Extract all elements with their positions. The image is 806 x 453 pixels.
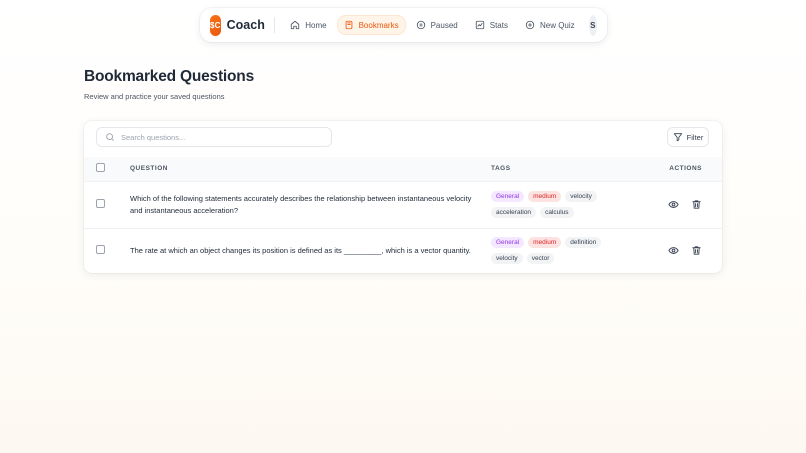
search-icon xyxy=(106,133,114,141)
bookmarks-card: Filter QUESTION TAGS ACTIONS Which of th… xyxy=(84,121,722,273)
logo-icon[interactable]: $C xyxy=(210,14,221,36)
search-input[interactable] xyxy=(121,132,321,142)
question-text[interactable]: Which of the following statements accura… xyxy=(130,193,491,216)
filter-icon xyxy=(673,133,682,142)
brand-name[interactable]: Coach xyxy=(227,18,265,32)
tag-list: General medium definition velocity vecto… xyxy=(491,237,631,265)
table-header-row: QUESTION TAGS ACTIONS xyxy=(84,157,722,181)
filter-button[interactable]: Filter xyxy=(667,127,709,147)
tag: vector xyxy=(526,253,555,265)
tag: acceleration xyxy=(491,207,537,218)
nav-item-paused[interactable]: Paused xyxy=(409,15,465,35)
nav-item-stats[interactable]: Stats xyxy=(468,15,515,35)
nav-item-label: Home xyxy=(305,20,327,30)
top-nav: $C Coach Home Bookmarks Paused Stats New… xyxy=(200,8,607,42)
tag-subject: General xyxy=(491,191,525,202)
bookmark-icon xyxy=(345,20,352,30)
eye-icon[interactable] xyxy=(668,245,679,256)
page-title: Bookmarked Questions xyxy=(84,68,254,85)
questions-table: QUESTION TAGS ACTIONS Which of the follo… xyxy=(84,157,722,273)
nav-item-home[interactable]: Home xyxy=(283,15,333,35)
nav-item-label: Stats xyxy=(489,20,508,30)
search-box[interactable] xyxy=(96,127,332,147)
nav-item-label: Paused xyxy=(430,20,458,30)
tag-difficulty: medium xyxy=(528,191,562,202)
plus-circle-icon xyxy=(525,20,535,30)
stats-icon xyxy=(475,20,484,30)
tag-subject: General xyxy=(491,237,525,249)
header-tags: TAGS xyxy=(491,165,511,173)
avatar[interactable]: S xyxy=(588,14,597,36)
eye-icon[interactable] xyxy=(668,199,679,210)
nav-item-new-quiz[interactable]: New Quiz xyxy=(518,15,582,35)
tag-list: General medium velocity acceleration cal… xyxy=(491,191,631,218)
select-all-checkbox[interactable] xyxy=(96,163,105,173)
tag-difficulty: medium xyxy=(528,237,562,249)
trash-icon[interactable] xyxy=(691,199,702,210)
row-checkbox[interactable] xyxy=(96,199,105,208)
trash-icon[interactable] xyxy=(691,245,702,256)
toolbar: Filter xyxy=(84,121,722,157)
nav-item-label: New Quiz xyxy=(539,20,575,30)
pause-icon xyxy=(416,20,425,30)
question-text[interactable]: The rate at which an object changes its … xyxy=(130,245,491,257)
home-icon xyxy=(291,20,300,30)
row-actions xyxy=(661,245,702,256)
header-question: QUESTION xyxy=(130,165,168,173)
row-actions xyxy=(661,199,702,210)
tag: calculus xyxy=(540,207,574,218)
nav-item-bookmarks[interactable]: Bookmarks xyxy=(336,15,406,35)
table-row: The rate at which an object changes its … xyxy=(84,228,722,273)
header-actions: ACTIONS xyxy=(669,165,702,173)
tag: definition xyxy=(565,237,602,249)
row-checkbox[interactable] xyxy=(96,245,105,255)
tag: velocity xyxy=(565,191,597,202)
page-subtitle: Review and practice your saved questions xyxy=(84,92,225,101)
filter-label: Filter xyxy=(686,132,704,142)
table-row: Which of the following statements accura… xyxy=(84,181,722,228)
tag: velocity xyxy=(491,253,523,265)
nav-item-label: Bookmarks xyxy=(358,20,399,30)
